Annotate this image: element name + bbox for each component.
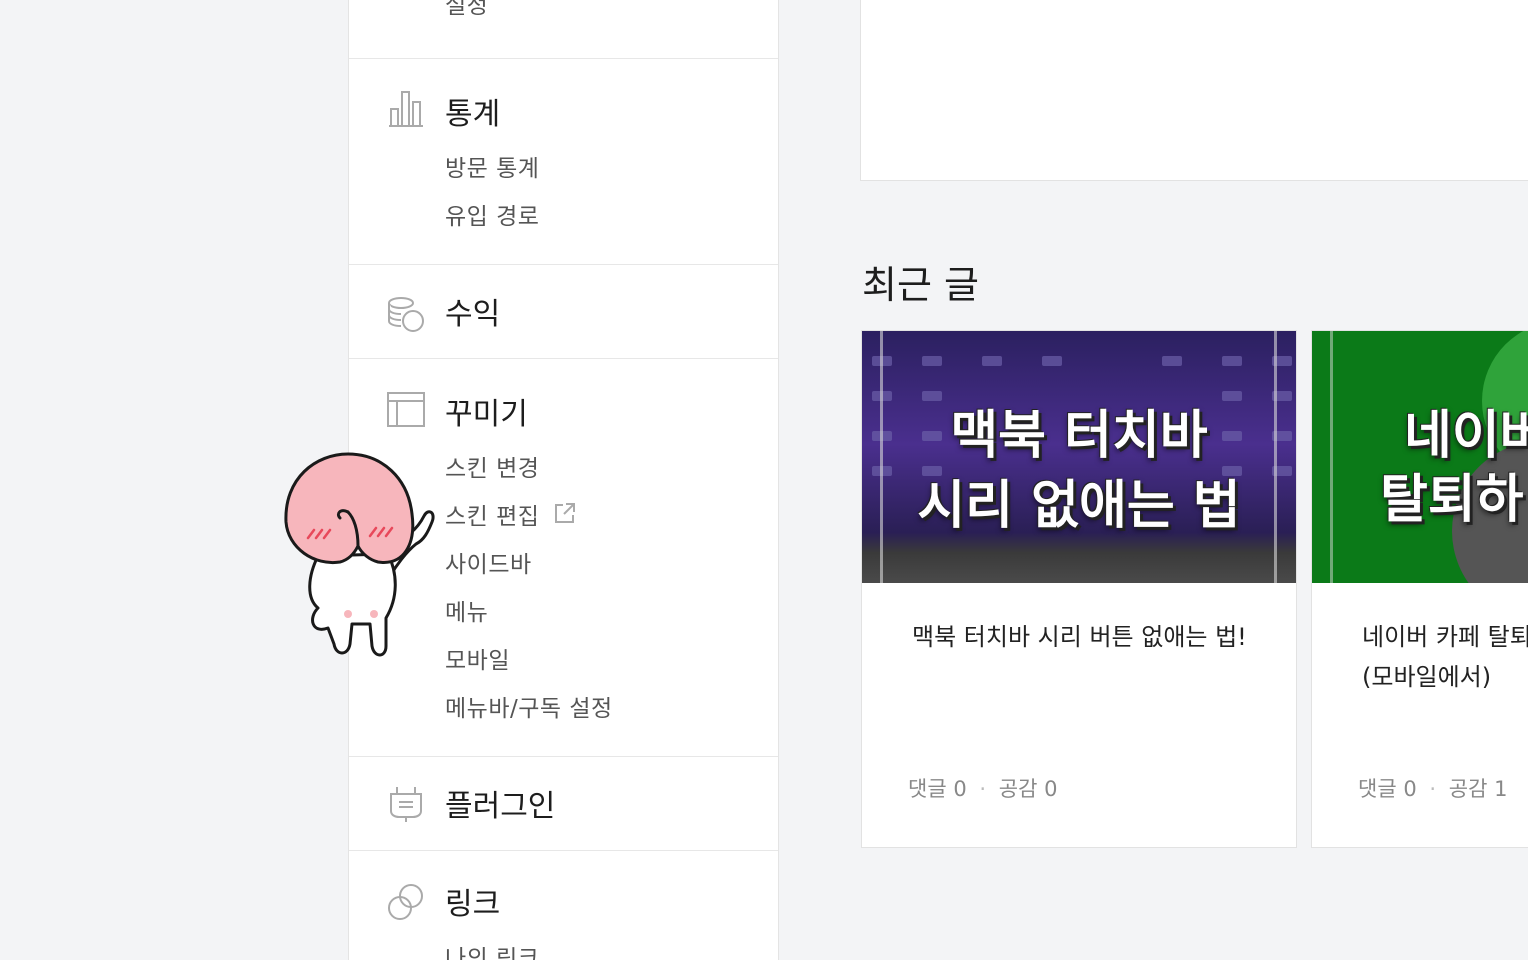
- sidebar-item-menu[interactable]: 메뉴: [445, 593, 488, 627]
- like-count: 공감 1: [1448, 777, 1508, 801]
- thumbnail-text-line2: 탈퇴하: [1380, 470, 1524, 530]
- sidebar-item-skin-change[interactable]: 스킨 변경: [445, 449, 539, 483]
- sidebar-item-sidebar[interactable]: 사이드바: [445, 545, 532, 579]
- sidebar-item-settings[interactable]: 설정: [445, 0, 488, 20]
- bar-chart-icon: [389, 91, 423, 127]
- meta-separator: ·: [979, 777, 987, 801]
- post-card[interactable]: 맥북 터치바 시리 없애는 법 맥북 터치바 시리 버튼 없애는 법! 댓글 0…: [861, 330, 1297, 848]
- coins-icon: [388, 297, 424, 332]
- peach-character-sticker: [284, 452, 435, 657]
- post-meta: 댓글 0 · 공감 0: [908, 773, 1057, 803]
- sidebar-item-menubar-subscribe[interactable]: 메뉴바/구독 설정: [445, 689, 613, 723]
- sidebar-item-visit-stats[interactable]: 방문 통계: [445, 149, 539, 183]
- sidebar-item-skin-edit[interactable]: 스킨 편집: [445, 497, 575, 531]
- stats-section: 통계 방문 통계 유입 경로: [349, 58, 778, 264]
- settings-section: 설정: [349, 0, 778, 58]
- sidebar-title-link[interactable]: 링크: [445, 879, 500, 923]
- sidebar-title-plugin[interactable]: 플러그인: [445, 781, 555, 825]
- post-card[interactable]: 네이버 탈퇴하 네이버 카페 탈퇴 (모바일에서) 댓글 0 · 공감 1: [1311, 330, 1528, 848]
- like-count: 공감 0: [998, 777, 1058, 801]
- layout-icon: [387, 392, 425, 427]
- sidebar-item-mobile[interactable]: 모바일: [445, 641, 510, 675]
- external-link-icon: [555, 503, 575, 523]
- recent-posts-title: 최근 글: [862, 263, 979, 307]
- post-title[interactable]: 네이버 카페 탈퇴 (모바일에서): [1362, 617, 1528, 697]
- sidebar-item-my-link[interactable]: 나의 링크: [445, 939, 539, 960]
- post-thumbnail: 네이버 탈퇴하: [1312, 331, 1528, 583]
- plugin-section: 플러그인: [349, 756, 778, 850]
- thumbnail-text-line2: 시리 없애는 법: [917, 476, 1241, 536]
- post-title[interactable]: 맥북 터치바 시리 버튼 없애는 법!: [912, 617, 1252, 657]
- sidebar-title-decorate[interactable]: 꾸미기: [445, 389, 528, 433]
- post-thumbnail: 맥북 터치바 시리 없애는 법: [862, 331, 1296, 583]
- sidebar-title-stats[interactable]: 통계: [445, 89, 500, 133]
- revenue-section: 수익: [349, 264, 778, 358]
- top-card-panel: [860, 0, 1528, 181]
- comment-count: 댓글 0: [1358, 777, 1417, 801]
- link-section: 링크 나의 링크: [349, 850, 778, 960]
- meta-separator: ·: [1429, 777, 1437, 801]
- link-icon: [388, 884, 423, 920]
- post-meta: 댓글 0 · 공감 1: [1358, 773, 1507, 803]
- sidebar-item-referrer[interactable]: 유입 경로: [445, 197, 539, 231]
- plug-icon: [390, 787, 422, 822]
- comment-count: 댓글 0: [908, 777, 967, 801]
- skin-edit-label: 스킨 편집: [445, 504, 540, 530]
- thumbnail-text-line1: 맥북 터치바: [950, 406, 1208, 466]
- sidebar-title-revenue[interactable]: 수익: [445, 289, 500, 333]
